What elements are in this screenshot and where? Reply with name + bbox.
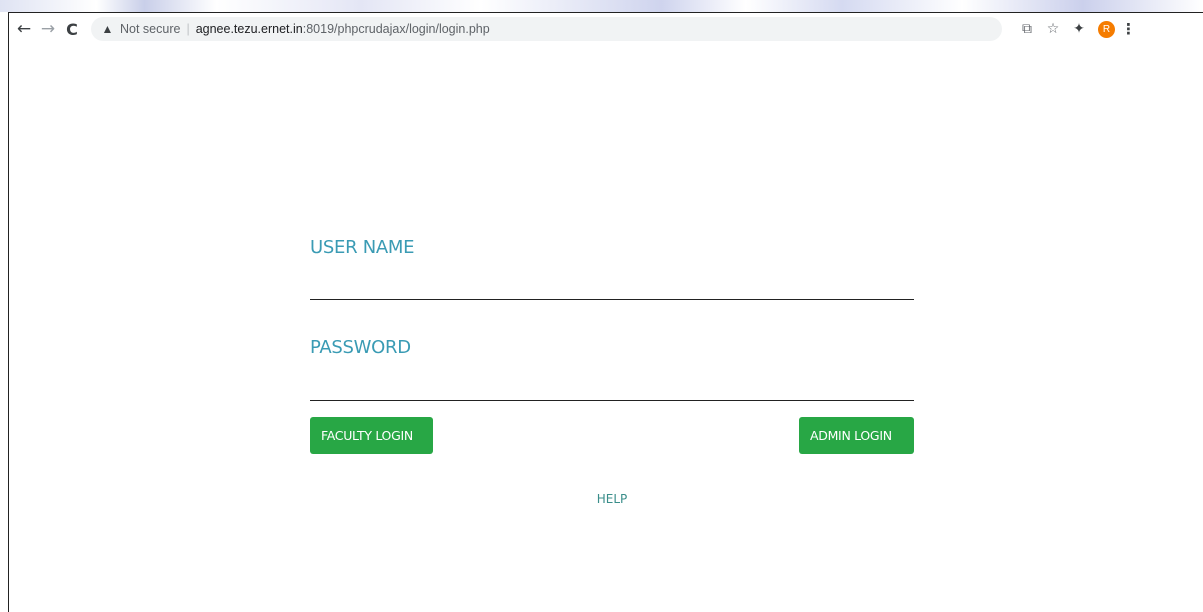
extensions-puzzle-icon[interactable]: ✦ bbox=[1068, 18, 1090, 40]
address-bar[interactable]: ▲ Not secure | agnee.tezu.ernet.in:8019/… bbox=[91, 17, 1002, 41]
toolbar-actions: ⧉ ☆ ✦ R ⋮ bbox=[1016, 18, 1136, 40]
url-host: agnee.tezu.ernet.in bbox=[195, 22, 303, 36]
password-label: PASSWORD bbox=[310, 337, 411, 358]
username-label: USER NAME bbox=[310, 237, 415, 258]
back-arrow-icon[interactable]: ← bbox=[13, 18, 35, 40]
warning-icon[interactable]: ▲ bbox=[101, 22, 114, 36]
share-icon[interactable]: ⧉ bbox=[1016, 18, 1038, 40]
help-link[interactable]: HELP bbox=[310, 492, 914, 506]
username-input[interactable] bbox=[310, 272, 914, 300]
security-status[interactable]: Not secure bbox=[120, 22, 180, 36]
bookmark-star-icon[interactable]: ☆ bbox=[1042, 18, 1064, 40]
url-path: :8019/phpcrudajax/login/login.php bbox=[302, 22, 490, 36]
forward-arrow-icon[interactable]: → bbox=[37, 18, 59, 40]
admin-login-button[interactable]: ADMIN LOGIN bbox=[799, 417, 914, 454]
password-input[interactable] bbox=[310, 373, 914, 401]
reload-icon[interactable]: C bbox=[61, 18, 83, 40]
browser-window: ← → C ▲ Not secure | agnee.tezu.ernet.in… bbox=[8, 12, 1203, 612]
background-strip bbox=[0, 0, 1203, 12]
faculty-login-button[interactable]: FACULTY LOGIN bbox=[310, 417, 433, 454]
address-separator: | bbox=[186, 22, 190, 36]
browser-toolbar: ← → C ▲ Not secure | agnee.tezu.ernet.in… bbox=[9, 13, 1203, 45]
profile-avatar[interactable]: R bbox=[1098, 20, 1115, 38]
kebab-menu-icon[interactable]: ⋮ bbox=[1121, 20, 1136, 38]
